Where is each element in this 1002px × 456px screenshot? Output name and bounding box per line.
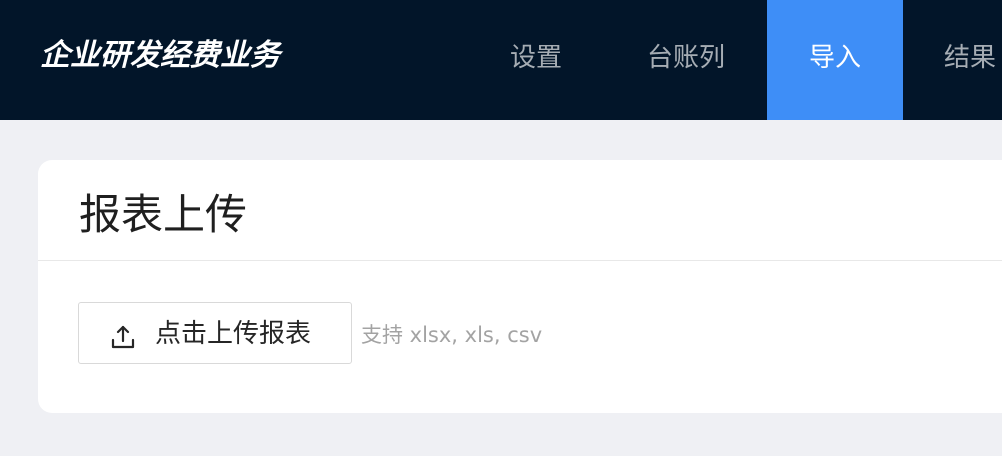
supported-formats-hint: 支持 xlsx, xls, csv xyxy=(361,323,543,347)
nav-item-results[interactable]: 结果 xyxy=(930,0,1002,120)
upload-button-label: 点击上传报表 xyxy=(155,319,312,349)
app-title: 企业研发经费业务 xyxy=(40,38,280,73)
divider xyxy=(38,260,1002,261)
report-upload-card: 报表上传 点击上传报表 支持 xlsx, xls, csv xyxy=(38,160,1002,413)
upload-icon xyxy=(111,325,135,349)
nav-item-import[interactable]: 导入 xyxy=(767,0,903,120)
nav-item-ledger-columns[interactable]: 台账列 xyxy=(628,0,744,120)
top-navigation-bar: 企业研发经费业务 设置 台账列 导入 结果 xyxy=(0,0,1002,120)
upload-report-button[interactable]: 点击上传报表 xyxy=(78,302,352,364)
card-title: 报表上传 xyxy=(79,190,248,239)
nav-item-settings[interactable]: 设置 xyxy=(480,0,592,120)
